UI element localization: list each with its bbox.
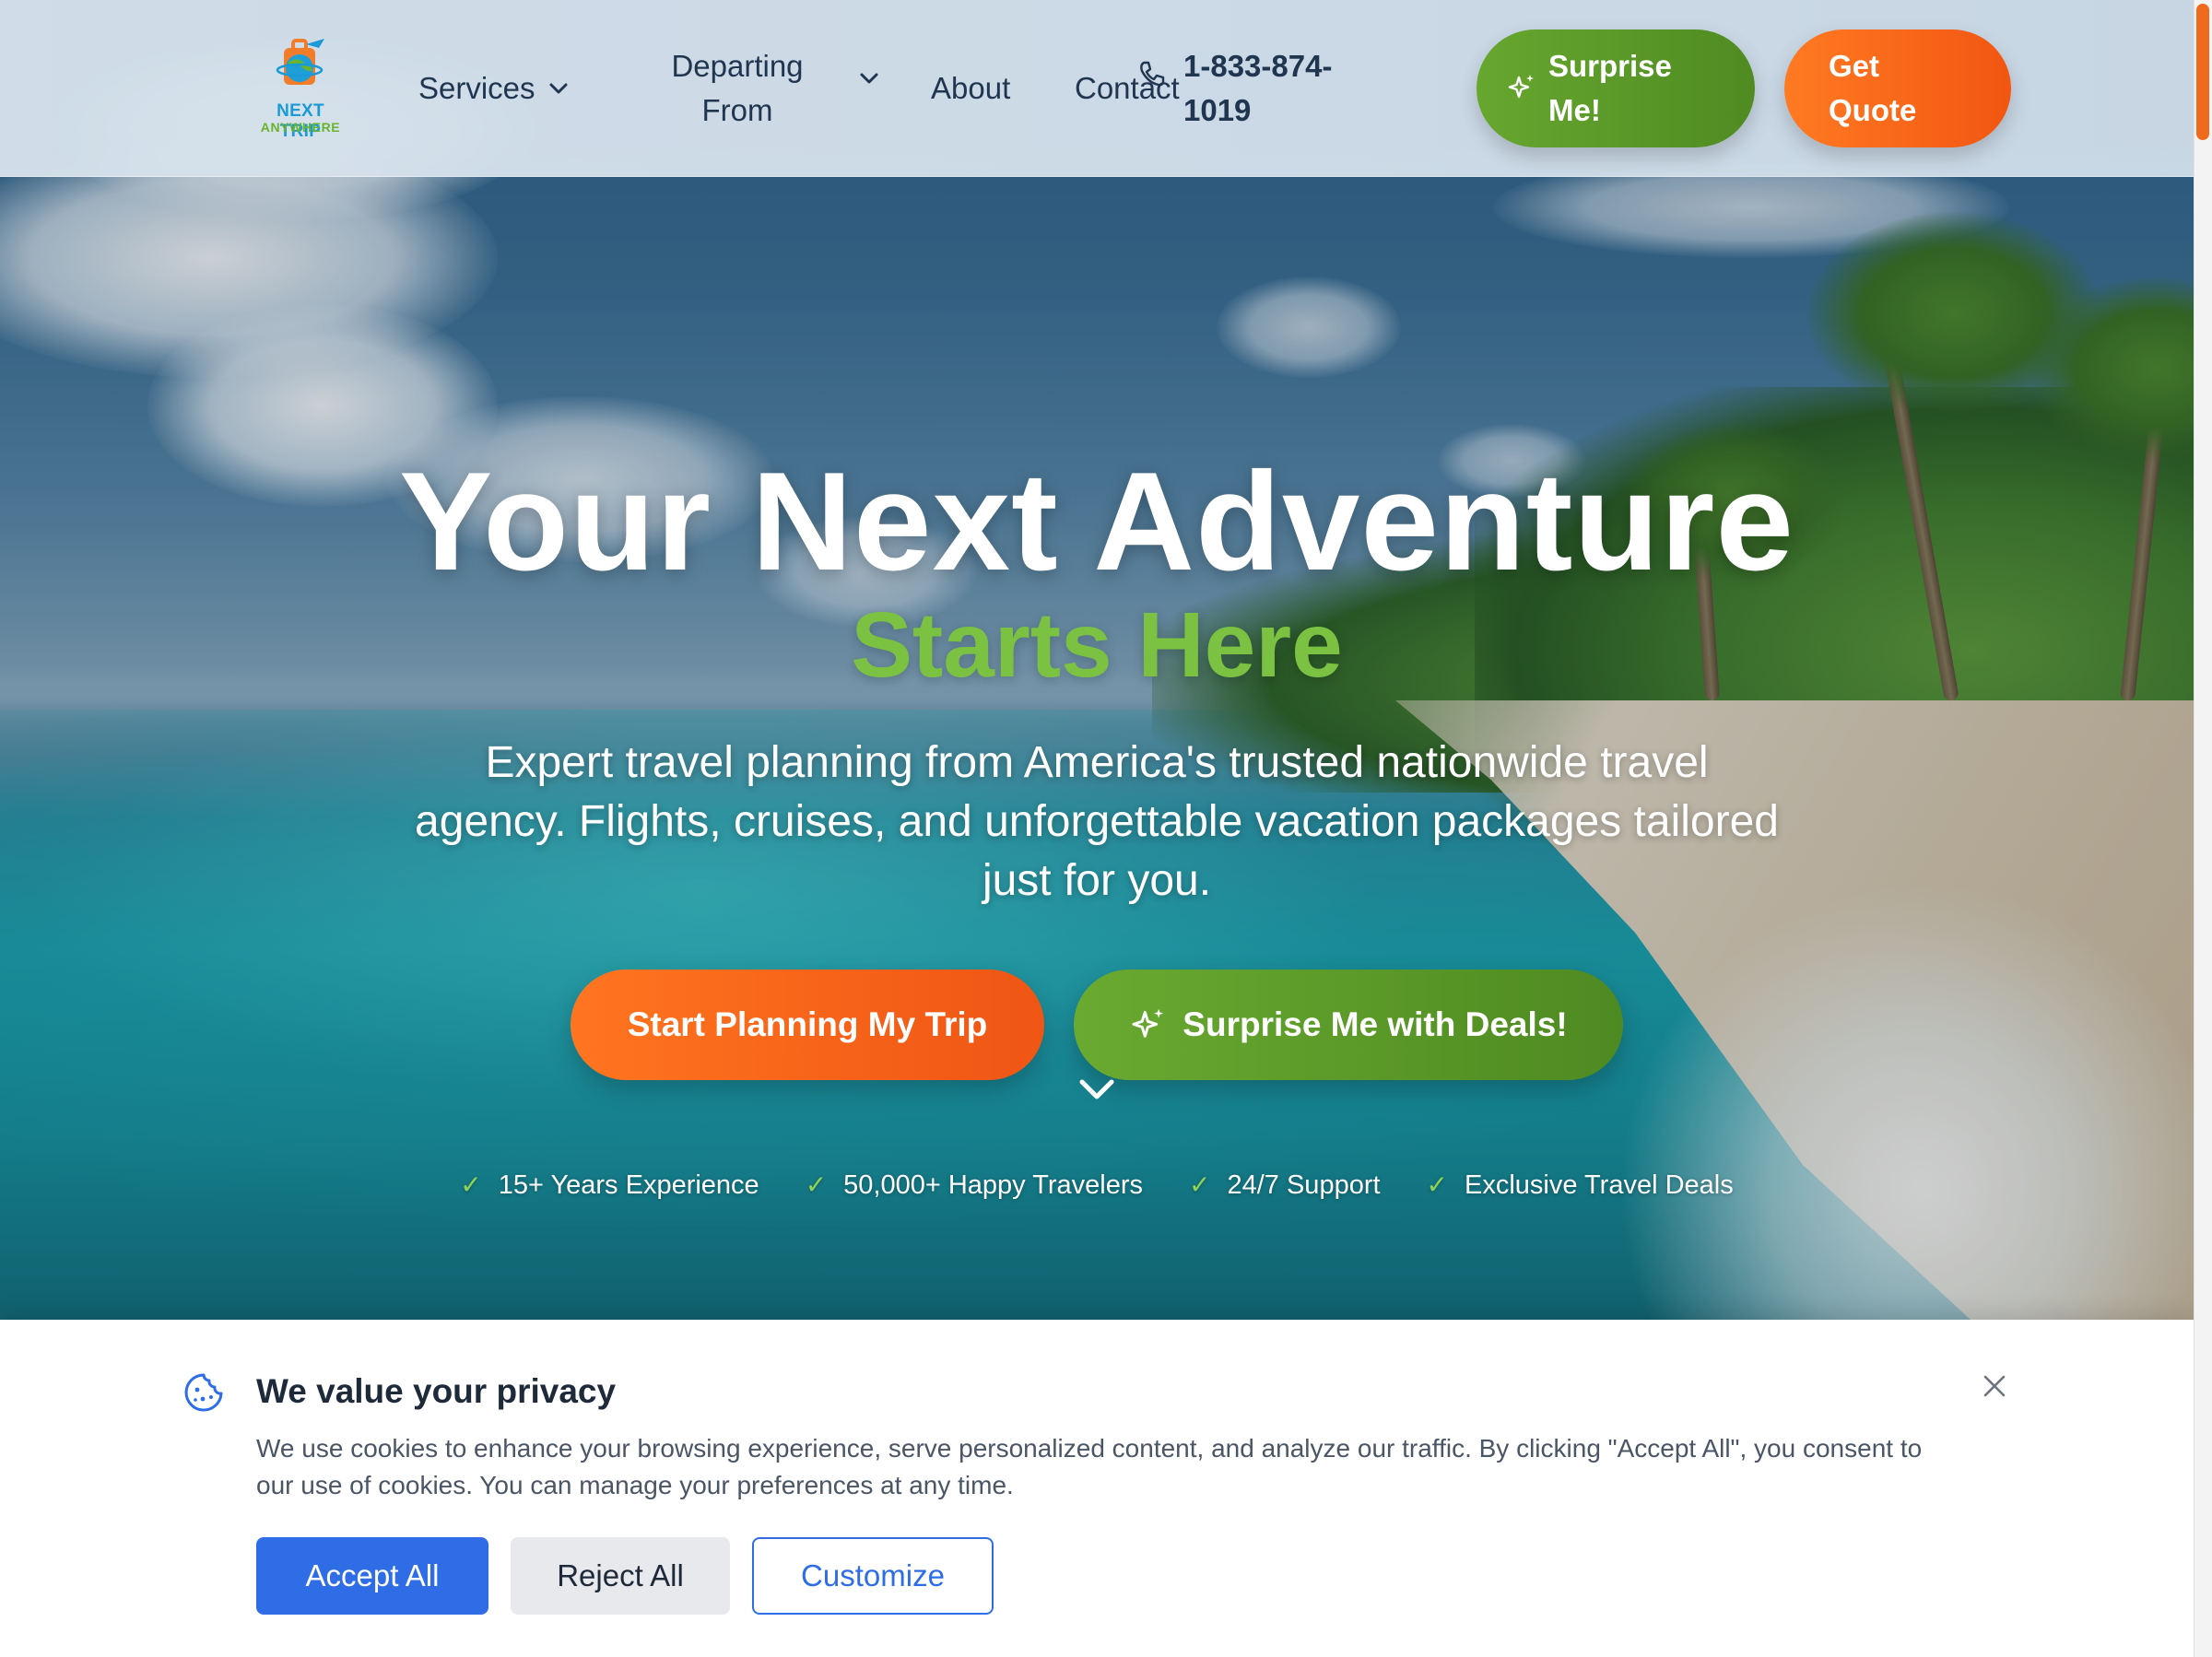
feature-item: ✓ 24/7 Support	[1189, 1163, 1381, 1207]
feature-label: 15+ Years Experience	[498, 1170, 759, 1200]
feature-label: 50,000+ Happy Travelers	[843, 1170, 1143, 1200]
site-logo[interactable]: NEXT TRIP ANYWHERE	[256, 37, 345, 141]
hero-title: Your Next Adventure	[399, 443, 1794, 600]
get-quote-button[interactable]: Get Quote	[1784, 29, 2011, 147]
cookie-title: We value your privacy	[256, 1372, 617, 1410]
surprise-me-label: Surprise Me!	[1548, 49, 1672, 127]
check-icon: ✓	[1426, 1170, 1449, 1199]
logo-suitcase-globe-icon	[276, 39, 324, 85]
feature-item: ✓ 15+ Years Experience	[460, 1163, 759, 1207]
nav-services-label: Services	[418, 71, 535, 105]
nav-departing-from[interactable]: Departing From	[645, 44, 878, 133]
customize-button[interactable]: Customize	[752, 1537, 994, 1615]
site-header: NEXT TRIP ANYWHERE Services Departing Fr…	[0, 0, 2194, 177]
phone-number: 1-833-874-1019	[1183, 49, 1333, 127]
feature-item: ✓ Exclusive Travel Deals	[1427, 1163, 1734, 1207]
start-planning-label: Start Planning My Trip	[627, 1005, 988, 1043]
accept-all-button[interactable]: Accept All	[256, 1537, 488, 1615]
hero-description: Expert travel planning from America's tr…	[415, 738, 1779, 905]
cookie-consent-banner: We value your privacy We use cookies to …	[0, 1320, 2194, 1657]
check-icon: ✓	[805, 1170, 828, 1199]
page-scrollbar[interactable]	[2194, 0, 2212, 1657]
nav-about[interactable]: About	[931, 66, 1010, 111]
cookie-description: We use cookies to enhance your browsing …	[256, 1434, 1923, 1499]
hero-subtitle: Starts Here	[851, 593, 1343, 697]
phone-icon	[1140, 61, 1165, 87]
check-icon: ✓	[1189, 1170, 1211, 1199]
nav-services[interactable]: Services	[418, 66, 569, 111]
phone-link[interactable]: 1-833-874-1019	[1140, 44, 1368, 133]
chevron-down-icon	[860, 73, 878, 84]
feature-label: Exclusive Travel Deals	[1465, 1170, 1734, 1200]
cookie-icon	[184, 1373, 223, 1412]
feature-label: 24/7 Support	[1227, 1170, 1381, 1200]
get-quote-label: Get Quote	[1829, 49, 1917, 127]
chevron-down-icon	[549, 83, 568, 94]
nav-departing-label: Departing From	[671, 49, 804, 127]
sparkles-icon	[1508, 75, 1534, 99]
start-planning-button[interactable]: Start Planning My Trip	[571, 970, 1044, 1080]
hero-features-list: ✓ 15+ Years Experience ✓ 50,000+ Happy T…	[0, 1163, 2194, 1207]
reject-all-button[interactable]: Reject All	[511, 1537, 730, 1615]
surprise-deals-label: Surprise Me with Deals!	[1182, 1005, 1568, 1043]
close-icon[interactable]	[1978, 1369, 2011, 1403]
surprise-deals-button[interactable]: Surprise Me with Deals!	[1074, 970, 1623, 1080]
feature-item: ✓ 50,000+ Happy Travelers	[806, 1163, 1143, 1207]
scroll-down-chevron-icon[interactable]	[1078, 1078, 1115, 1102]
logo-tagline: ANYWHERE	[260, 120, 341, 135]
surprise-me-button[interactable]: Surprise Me!	[1477, 29, 1755, 147]
scrollbar-thumb[interactable]	[2196, 4, 2209, 140]
check-icon: ✓	[460, 1170, 482, 1199]
sparkles-icon	[1132, 1008, 1164, 1038]
